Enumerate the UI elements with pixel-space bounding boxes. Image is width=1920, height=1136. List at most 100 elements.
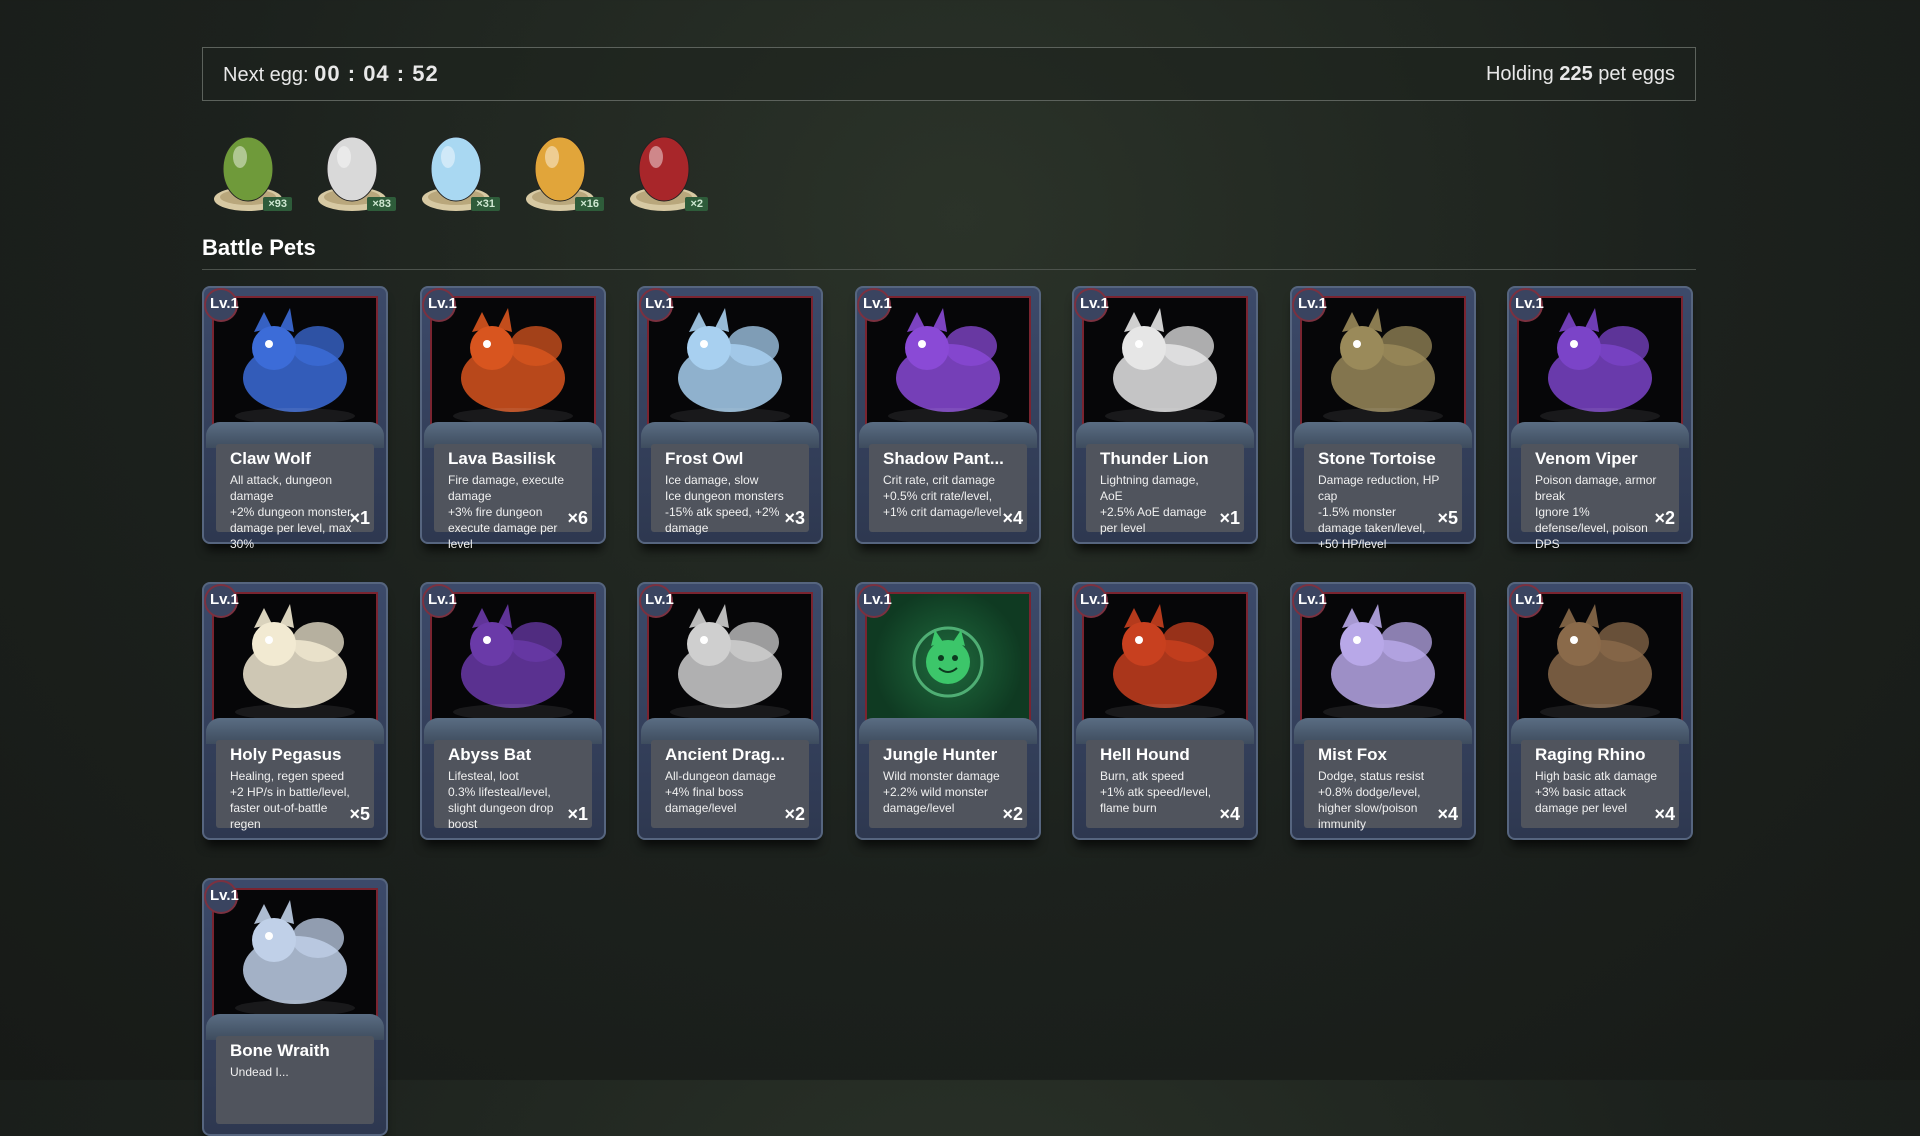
pegasus-icon <box>235 604 355 720</box>
pet-portrait <box>212 888 378 1018</box>
pet-bonus: +1% atk speed/level, flame burn <box>1100 785 1212 815</box>
ice-egg-slot[interactable]: ×31 <box>418 125 500 215</box>
pet-card[interactable]: Lv.1 Thunder Lion Lightning damage, AoE +2.… <box>1072 286 1258 544</box>
pet-card[interactable]: Lv.1 Holy Pegasus Healing, regen speed +2 H… <box>202 582 388 840</box>
pet-card[interactable]: Lv.1 Hell Hound Burn, atk speed +1% atk spe… <box>1072 582 1258 840</box>
pet-portrait <box>1517 592 1683 722</box>
blue-armored-wolf-icon <box>235 308 355 424</box>
level-badge: Lv.1 <box>857 584 892 618</box>
pet-card[interactable]: Lv.1 Bone Wraith Undead I... <box>202 878 388 1136</box>
bone-wraith-icon <box>235 900 355 1016</box>
pet-bonus: +2 HP/s in battle/level, faster out-of-b… <box>230 785 350 831</box>
pet-card[interactable]: Lv.1 Ancient Drag... All-dungeon damage +4%… <box>637 582 823 840</box>
pet-name: Holy Pegasus <box>230 745 342 764</box>
level-badge: Lv.1 <box>204 584 239 618</box>
holding-suffix: pet eggs <box>1598 62 1675 85</box>
red-egg-slot[interactable]: ×2 <box>626 125 708 215</box>
pet-portrait <box>865 296 1031 426</box>
hell-hound-icon <box>1105 604 1225 720</box>
pet-count: ×4 <box>1654 804 1675 824</box>
pet-description: Fire damage, execute damage +3% fire dung… <box>448 472 572 552</box>
pet-count: ×1 <box>349 508 370 528</box>
pet-portrait <box>865 592 1031 722</box>
pet-card[interactable]: Lv.1 Claw Wolf All attack, dungeon damage +… <box>202 286 388 551</box>
pet-card[interactable]: Lv.1 Shadow Pant... Crit rate, crit damage… <box>855 286 1041 544</box>
pet-count: ×5 <box>1437 508 1458 528</box>
egg-count: ×16 <box>575 197 604 211</box>
pet-description: All-dungeon damage +4% final boss damage/… <box>665 768 789 816</box>
pet-card[interactable]: Lv.1 Jungle Hunter Wild monster damage +2.2… <box>855 582 1041 840</box>
egg-count: ×2 <box>685 197 708 211</box>
egg-count: ×83 <box>367 197 396 211</box>
pet-card[interactable]: Lv.1 Venom Viper Poison damage, armor brea… <box>1507 286 1693 551</box>
pet-card[interactable]: Lv.1 Raging Rhino High basic atk damage +3%… <box>1507 582 1693 840</box>
pet-summary: Dodge, status resist <box>1318 769 1425 783</box>
pet-description: Healing, regen speed +2 HP/s in battle/le… <box>230 768 354 832</box>
pet-summary: Fire damage, execute damage <box>448 473 565 503</box>
pet-bonus: Ice dungeon monsters -15% atk speed, +2%… <box>665 489 784 535</box>
pet-bonus: -1.5% monster damage taken/level, +50 HP… <box>1318 505 1426 551</box>
pet-portrait <box>1082 296 1248 426</box>
pet-bonus: Ignore 1% defense/level, poison DPS <box>1535 505 1648 551</box>
holding-count: 225 <box>1559 62 1593 85</box>
white-egg-slot[interactable]: ×83 <box>314 125 396 215</box>
pet-portrait <box>1300 592 1466 722</box>
section-title: Battle Pets <box>202 235 1696 270</box>
level-badge: Lv.1 <box>639 288 674 322</box>
pet-name: Mist Fox <box>1318 745 1387 764</box>
level-badge: Lv.1 <box>422 584 457 618</box>
level-badge: Lv.1 <box>1509 288 1544 322</box>
pet-description: Lifesteal, loot 0.3% lifesteal/level, sli… <box>448 768 572 832</box>
pet-bonus: 0.3% lifesteal/level, slight dungeon dro… <box>448 785 554 831</box>
shadow-panther-icon <box>888 308 1008 424</box>
holding-info: Holding 225 pet eggs <box>1486 63 1675 86</box>
pet-summary: Poison damage, armor break <box>1535 473 1657 503</box>
pet-bonus: +2.5% AoE damage per level <box>1100 505 1207 535</box>
gold-egg-slot[interactable]: ×16 <box>522 125 604 215</box>
stone-tortoise-icon <box>1323 308 1443 424</box>
pet-card[interactable]: Lv.1 Lava Basilisk Fire damage, execute da… <box>420 286 606 551</box>
pet-summary: Healing, regen speed <box>230 769 345 783</box>
pet-description: Crit rate, crit damage +0.5% crit rate/le… <box>883 472 1007 520</box>
white-lion-icon <box>1105 308 1225 424</box>
pet-summary: Burn, atk speed <box>1100 769 1185 783</box>
pet-name: Frost Owl <box>665 449 744 468</box>
pet-card[interactable]: Lv.1 Abyss Bat Lifesteal, loot 0.3% lifeste… <box>420 582 606 840</box>
next-egg-label: Next egg: <box>223 64 309 86</box>
pet-count: ×4 <box>1219 804 1240 824</box>
pet-description: Dodge, status resist +0.8% dodge/level, h… <box>1318 768 1442 832</box>
pet-portrait <box>430 592 596 722</box>
level-badge: Lv.1 <box>204 288 239 322</box>
level-badge: Lv.1 <box>1074 584 1109 618</box>
pet-name: Bone Wraith <box>230 1041 330 1060</box>
pet-name: Hell Hound <box>1100 745 1190 764</box>
pet-portrait <box>212 592 378 722</box>
pet-name: Abyss Bat <box>448 745 532 764</box>
mist-fox-icon <box>1323 604 1443 720</box>
pet-summary: All attack, dungeon damage <box>230 473 333 503</box>
pet-count: ×4 <box>1437 804 1458 824</box>
pet-summary: Lightning damage, AoE <box>1100 473 1199 503</box>
pet-bonus: +2.2% wild monster damage/level <box>883 785 989 815</box>
pet-name: Venom Viper <box>1535 449 1638 468</box>
pet-summary: Damage reduction, HP cap <box>1318 473 1440 503</box>
rhino-icon <box>1540 604 1660 720</box>
pet-name: Raging Rhino <box>1535 745 1646 764</box>
pet-portrait <box>212 296 378 426</box>
pet-count: ×5 <box>349 804 370 824</box>
pets-page: Next egg: 00 : 04 : 52 Holding 225 pet e… <box>202 47 1696 1136</box>
pet-name: Shadow Pant... <box>883 449 1004 468</box>
pet-portrait <box>647 592 813 722</box>
green-egg-slot[interactable]: ×93 <box>210 125 292 215</box>
pet-card[interactable]: Lv.1 Stone Tortoise Damage reduction, HP c… <box>1290 286 1476 551</box>
pet-card[interactable]: Lv.1 Mist Fox Dodge, status resist +0.8% do… <box>1290 582 1476 840</box>
pet-count: ×2 <box>784 804 805 824</box>
pet-description: Burn, atk speed +1% atk speed/level, flam… <box>1100 768 1224 816</box>
pet-count: ×1 <box>1219 508 1240 528</box>
bone-dragon-icon <box>670 604 790 720</box>
pet-card[interactable]: Lv.1 Frost Owl Ice damage, slow Ice dungeon… <box>637 286 823 544</box>
pet-bonus: +0.5% crit rate/level, +1% crit damage/l… <box>883 489 1002 519</box>
holding-prefix: Holding <box>1485 62 1554 85</box>
level-badge: Lv.1 <box>1292 288 1327 322</box>
smiley-placeholder-icon <box>912 626 984 698</box>
